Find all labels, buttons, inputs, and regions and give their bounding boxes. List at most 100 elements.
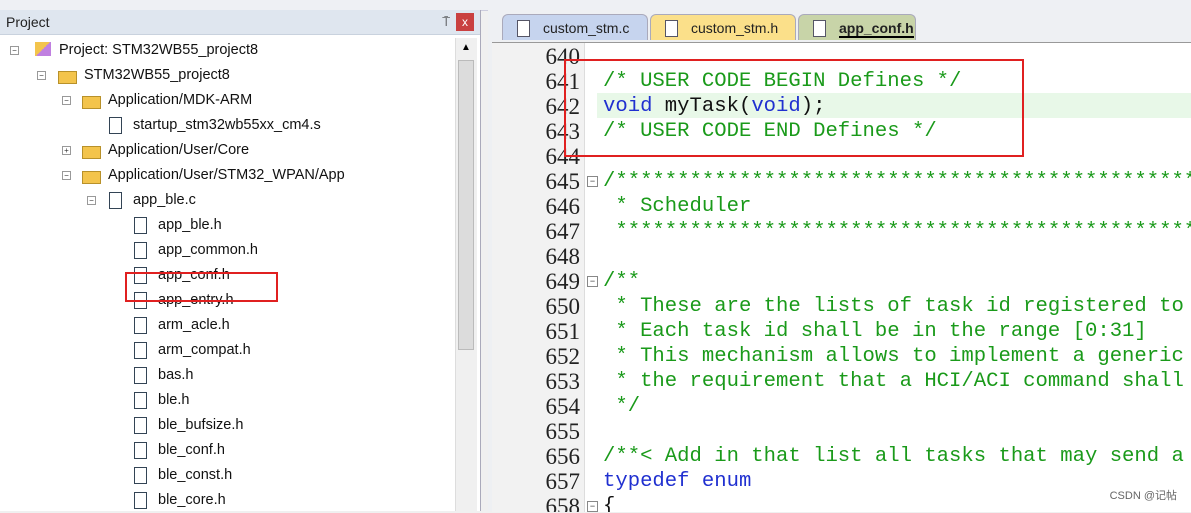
tree-item[interactable]: ble_const.h [0, 463, 455, 488]
tab-label: custom_stm.h [691, 20, 779, 36]
code-token: * This mechanism allows to implement a g… [603, 345, 1184, 368]
fold-icon[interactable]: − [587, 501, 598, 512]
file-icon [109, 192, 122, 209]
tree-item[interactable]: ble_conf.h [0, 438, 455, 463]
tab-custom-stm-c[interactable]: custom_stm.c [502, 14, 648, 40]
code-token: /** [603, 270, 641, 293]
fold-icon[interactable]: − [587, 276, 598, 287]
code-token: * Scheduler [603, 195, 752, 218]
tree-item[interactable]: + Application/User/Core [0, 138, 455, 163]
collapse-icon[interactable]: − [62, 171, 71, 180]
line-number: 654 [545, 394, 581, 419]
code-token: /**< Add in that list all tasks that may… [603, 445, 1184, 468]
code-line: { [603, 494, 615, 512]
code-token: /***************************************… [603, 170, 1191, 193]
file-icon [134, 442, 147, 459]
file-icon [134, 367, 147, 384]
tree-scrollbar[interactable]: ▲ [455, 38, 477, 511]
scrollbar-thumb[interactable] [458, 60, 474, 350]
file-icon [134, 342, 147, 359]
line-number: 655 [545, 419, 581, 444]
tree-item-label: Application/User/Core [108, 142, 250, 158]
tree-item-label: ble_bufsize.h [158, 417, 244, 433]
code-line: ****************************************… [603, 219, 1191, 244]
code-line: * Each task id shall be in the range [0:… [603, 319, 1146, 344]
tree-item[interactable]: ble_core.h [0, 488, 455, 513]
file-icon [813, 20, 826, 37]
file-icon [134, 467, 147, 484]
tree-item-label: arm_compat.h [158, 342, 251, 358]
tree-item-label: Application/User/STM32_WPAN/App [108, 167, 345, 183]
tree-item[interactable]: startup_stm32wb55xx_cm4.s [0, 113, 455, 138]
tree-item-label: Project: STM32WB55_project8 [59, 42, 259, 58]
line-number: 653 [545, 369, 581, 394]
file-icon [665, 20, 678, 37]
tree-item-label: startup_stm32wb55xx_cm4.s [133, 117, 321, 133]
tree-item[interactable]: ble_bufsize.h [0, 413, 455, 438]
code-line: /**< Add in that list all tasks that may… [603, 444, 1184, 469]
tab-app-conf-h[interactable]: app_conf.h [798, 14, 916, 40]
highlight-box [125, 272, 278, 302]
highlight-box [564, 59, 1024, 157]
file-icon [134, 242, 147, 259]
project-panel-title: Project [6, 14, 50, 30]
code-token: enum [701, 470, 752, 493]
tree-item[interactable]: app_ble.h [0, 213, 455, 238]
file-icon [134, 392, 147, 409]
tree-item-label: ble_conf.h [158, 442, 225, 458]
code-token: { [603, 495, 616, 512]
scroll-up-icon[interactable]: ▲ [461, 42, 471, 53]
code-line: */ [603, 394, 640, 419]
code-line: /** [603, 269, 640, 294]
code-token: * These are the lists of task id registe… [603, 295, 1184, 318]
pin-icon[interactable]: ⍑ [442, 10, 450, 34]
code-line: * Scheduler [603, 194, 751, 219]
tree-item-label: ble_core.h [158, 492, 226, 508]
tree-item[interactable]: − app_ble.c [0, 188, 455, 213]
tree-item[interactable]: − Project: STM32WB55_project8 [0, 38, 455, 63]
close-panel-button[interactable]: x [456, 13, 474, 31]
tree-item[interactable]: − Application/MDK-ARM [0, 88, 455, 113]
file-icon [109, 117, 122, 134]
tree-item-label: STM32WB55_project8 [84, 67, 230, 83]
line-number: 647 [545, 219, 581, 244]
collapse-icon[interactable]: − [10, 46, 19, 55]
project-panel: Project ⍑ x − Project: STM32WB55_project8… [0, 10, 481, 511]
code-line: * These are the lists of task id registe… [603, 294, 1184, 319]
tab-label: custom_stm.c [543, 20, 630, 36]
tab-custom-stm-h[interactable]: custom_stm.h [650, 14, 796, 40]
line-number: 650 [545, 294, 581, 319]
tree-item-label: ble.h [158, 392, 190, 408]
line-number: 646 [545, 194, 581, 219]
file-icon [134, 317, 147, 334]
folder-icon [58, 71, 77, 84]
fold-icon[interactable]: − [587, 176, 598, 187]
collapse-icon[interactable]: − [62, 96, 71, 105]
tree-item[interactable]: bas.h [0, 363, 455, 388]
tree-item[interactable]: − Application/User/STM32_WPAN/App [0, 163, 455, 188]
tab-label: app_conf.h [839, 20, 914, 38]
project-icon [35, 42, 51, 56]
tree-item[interactable]: − STM32WB55_project8 [0, 63, 455, 88]
file-icon [134, 492, 147, 509]
code-line: /***************************************… [603, 169, 1191, 194]
tree-item-label: app_common.h [158, 242, 258, 258]
expand-icon[interactable]: + [62, 146, 71, 155]
line-number: 649 [545, 269, 581, 294]
collapse-icon[interactable]: − [87, 196, 96, 205]
code-line: * This mechanism allows to implement a g… [603, 344, 1184, 369]
tree-item[interactable]: ble.h [0, 388, 455, 413]
collapse-icon[interactable]: − [37, 71, 46, 80]
file-icon [134, 217, 147, 234]
tree-item[interactable]: arm_compat.h [0, 338, 455, 363]
watermark: CSDN @记帖 [1109, 490, 1177, 502]
code-token: */ [603, 395, 641, 418]
tree-item-label: bas.h [158, 367, 194, 383]
code-token: ****************************************… [615, 220, 1191, 243]
folder-icon [82, 171, 101, 184]
tree-item[interactable]: arm_acle.h [0, 313, 455, 338]
code-token: typedef [603, 470, 690, 493]
folder-icon [82, 96, 101, 109]
tree-item[interactable]: app_common.h [0, 238, 455, 263]
